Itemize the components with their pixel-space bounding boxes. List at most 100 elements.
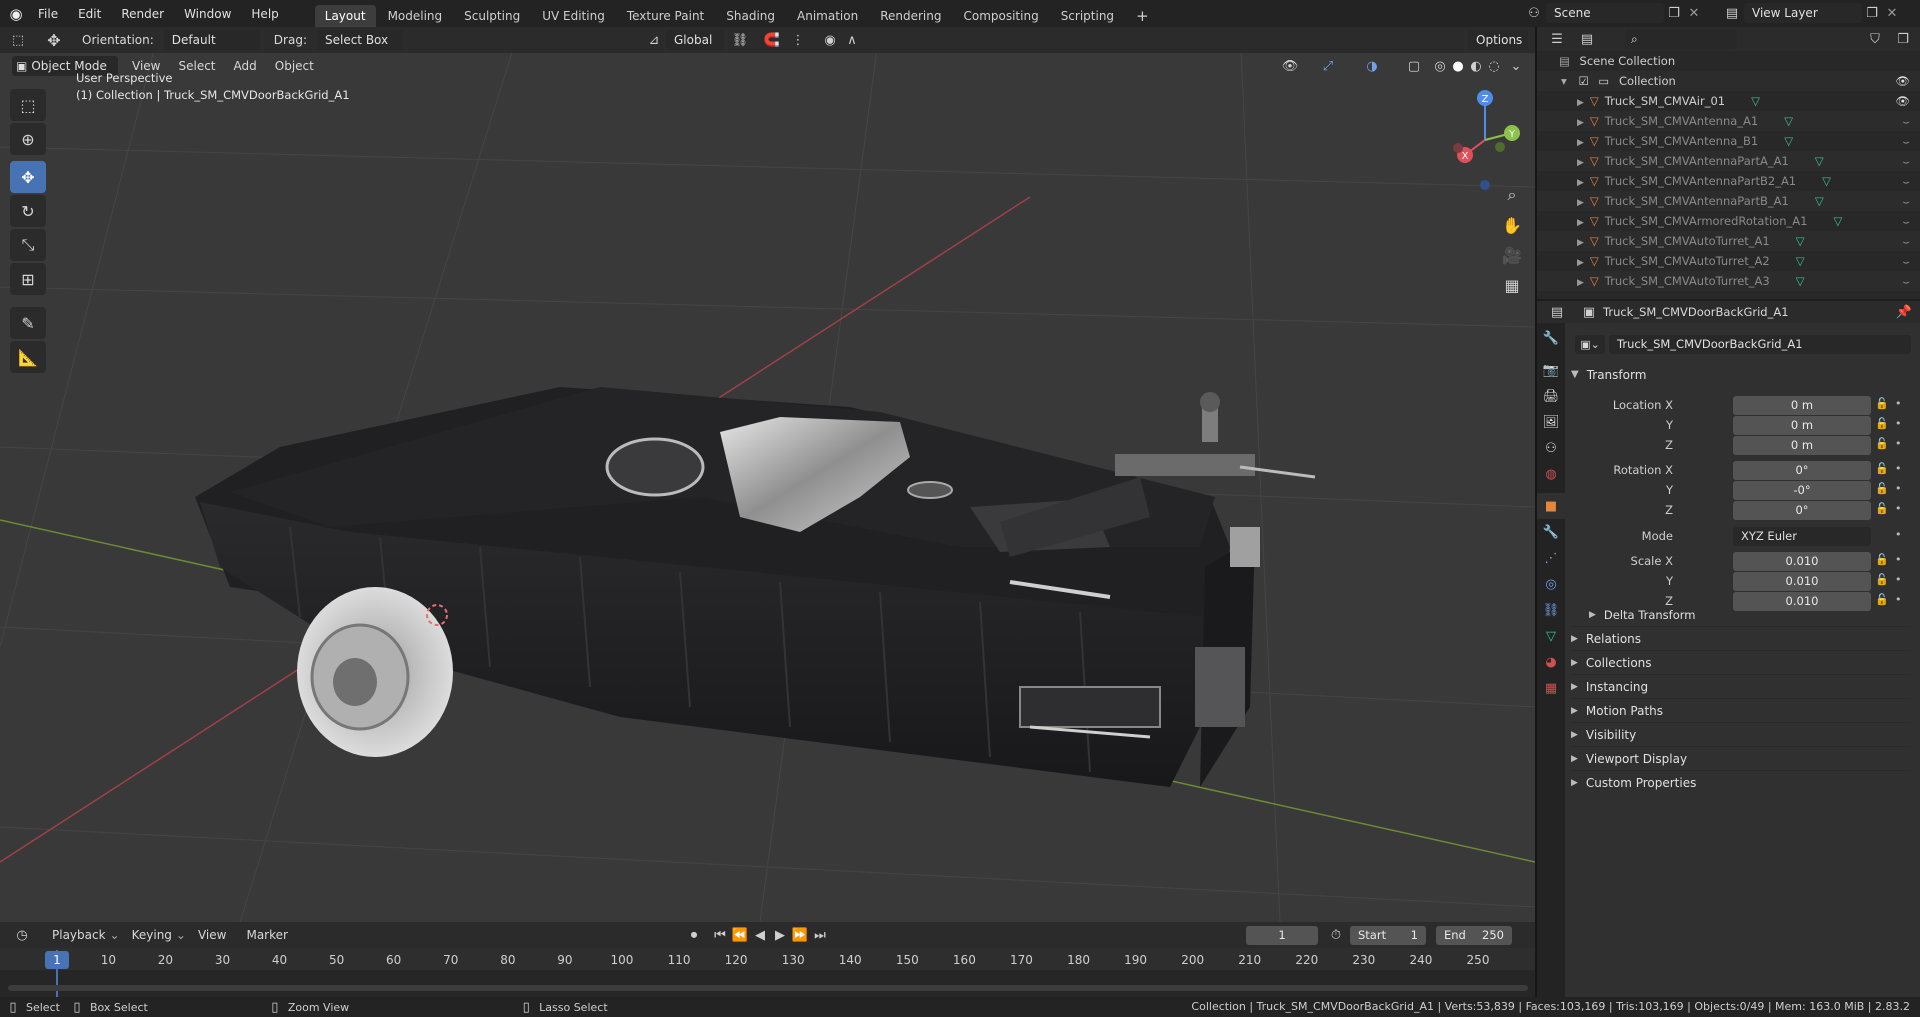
keyframe-dot-icon[interactable]: • <box>1895 482 1902 495</box>
object-data-tab-icon[interactable]: ▽ <box>1537 623 1565 649</box>
current-frame-field[interactable]: 1 <box>1246 926 1318 945</box>
row-expand-icon[interactable]: ▶ <box>1577 138 1584 148</box>
add-workspace-button[interactable]: + <box>1126 5 1159 27</box>
lock-icon[interactable]: 🔓 <box>1875 553 1889 566</box>
row-expand-icon[interactable]: ▶ <box>1577 198 1584 208</box>
row-expand-icon[interactable]: ▶ <box>1577 218 1584 228</box>
zoom-icon[interactable]: ⌕ <box>1498 181 1526 209</box>
new-view-layer-icon[interactable]: ❐ <box>1862 3 1882 23</box>
prev-keyframe-icon[interactable]: ⏪ <box>730 925 750 945</box>
new-scene-icon[interactable]: ❐ <box>1664 3 1684 23</box>
scene-tab-icon[interactable]: ⚇ <box>1537 435 1565 461</box>
tab-scripting[interactable]: Scripting <box>1051 5 1124 27</box>
blender-logo-icon[interactable]: ◉ <box>6 4 26 24</box>
keyframe-dot-icon[interactable]: • <box>1895 462 1902 475</box>
hidden-eye-icon[interactable]: ⌣ <box>1902 131 1910 151</box>
delete-scene-icon[interactable]: ✕ <box>1684 3 1704 23</box>
outliner-object-row[interactable]: ▶ ▽ Truck_SM_CMVAntenna_A1 ▽ ⌣ <box>1537 111 1920 131</box>
material-shading-icon[interactable]: ◐ <box>1466 56 1486 76</box>
output-tab-icon[interactable]: 🖨 <box>1537 383 1565 409</box>
outliner-object-row[interactable]: ▶ ▽ Truck_SM_CMVAntennaPartB2_A1 ▽ ⌣ <box>1537 171 1920 191</box>
keyframe-dot-icon[interactable]: • <box>1895 573 1902 586</box>
outliner-object-row[interactable]: ▶ ▽ Truck_SM_CMVAutoTurret_A3 ▽ ⌣ <box>1537 271 1920 291</box>
scene-collection-row[interactable]: ▤ Scene Collection <box>1537 51 1920 71</box>
cursor-tool[interactable]: ⊕ <box>10 123 46 155</box>
hidden-eye-icon[interactable]: ⌣ <box>1902 211 1910 231</box>
editor-type-icon[interactable]: ⬚ <box>8 30 28 50</box>
mesh-data-icon[interactable]: ▽ <box>1796 254 1805 268</box>
rotate-tool[interactable]: ↻ <box>10 195 46 227</box>
record-icon[interactable]: ⏺ <box>684 925 704 945</box>
panel-header-visibility[interactable]: ▶ Visibility <box>1571 722 1911 746</box>
pan-hand-icon[interactable]: ✋ <box>1498 211 1526 239</box>
3d-viewport[interactable]: ⬚ ✥ Orientation: Default Drag: Select Bo… <box>0 27 1535 922</box>
rotation-x-field[interactable]: 0° <box>1733 461 1871 480</box>
shading-options-icon[interactable]: ⌄ <box>1506 56 1526 76</box>
tab-layout[interactable]: Layout <box>314 5 376 27</box>
menu-help[interactable]: Help <box>251 7 278 21</box>
outliner-object-row[interactable]: ▶ ▽ Truck_SM_CMVArmoredRotation_A1 ▽ ⌣ <box>1537 211 1920 231</box>
scale-tool[interactable]: ⤡ <box>10 229 46 261</box>
keyframe-dot-icon[interactable]: • <box>1895 553 1902 566</box>
snap-icon[interactable]: 🧲 <box>762 30 782 50</box>
menu-window[interactable]: Window <box>184 7 231 21</box>
menu-add[interactable]: Add <box>234 59 257 73</box>
collection-checkbox[interactable]: ☑ <box>1578 74 1588 88</box>
material-tab-icon[interactable]: ◕ <box>1537 649 1565 675</box>
display-mode-icon[interactable]: ▤ <box>1577 29 1597 49</box>
tab-modeling[interactable]: Modeling <box>378 5 453 27</box>
outliner-object-row[interactable]: ▶ ▽ Truck_SM_CMVAutoTurret_A1 ▽ ⌣ <box>1537 231 1920 251</box>
lock-icon[interactable]: 🔓 <box>1875 502 1889 515</box>
hidden-eye-icon[interactable]: ⌣ <box>1902 151 1910 171</box>
jump-start-icon[interactable]: ⏮ <box>710 925 730 945</box>
outliner-object-row[interactable]: ▶ ▽ Truck_SM_CMVAir_01 ▽ 👁 <box>1537 91 1920 111</box>
lock-icon[interactable]: 🔓 <box>1875 397 1889 410</box>
proportional-edit-icon[interactable]: ◉ <box>820 30 840 50</box>
panel-header-instancing[interactable]: ▶ Instancing <box>1571 674 1911 698</box>
hidden-eye-icon[interactable]: ⌣ <box>1902 251 1910 271</box>
timeline-scrollbar[interactable] <box>8 985 1528 991</box>
outliner-object-row[interactable]: ▶ ▽ Truck_SM_CMVAutoTurret_A2 ▽ ⌣ <box>1537 251 1920 271</box>
lock-icon[interactable]: 🔓 <box>1875 462 1889 475</box>
menu-render[interactable]: Render <box>121 7 164 21</box>
pin-icon[interactable]: 📌 <box>1894 302 1914 322</box>
overlay-toggle-icon[interactable]: ◑ <box>1362 56 1382 76</box>
gizmo-neg-y[interactable] <box>1495 142 1505 152</box>
menu-keying[interactable]: Keying <box>132 928 172 942</box>
row-expand-icon[interactable]: ▶ <box>1577 178 1584 188</box>
jump-end-icon[interactable]: ⏭ <box>810 925 830 945</box>
panel-header-motion-paths[interactable]: ▶ Motion Paths <box>1571 698 1911 722</box>
filter-icon[interactable]: ⛉ <box>1865 29 1885 49</box>
constraints-tab-icon[interactable]: ⛓ <box>1537 597 1565 623</box>
menu-file[interactable]: File <box>38 7 58 21</box>
menu-playback[interactable]: Playback <box>52 928 106 942</box>
tab-shading[interactable]: Shading <box>716 5 785 27</box>
rotation-mode-dropdown[interactable]: XYZ Euler <box>1733 527 1871 546</box>
transform-tool[interactable]: ⊞ <box>10 263 46 295</box>
lock-icon[interactable]: 🔓 <box>1875 573 1889 586</box>
measure-tool[interactable]: 📐 <box>10 341 46 373</box>
visibility-icon[interactable]: 👁 <box>1280 56 1300 76</box>
solid-shading-icon[interactable]: ● <box>1448 56 1468 76</box>
preview-range-icon[interactable]: ⏱ <box>1326 925 1346 945</box>
mesh-data-icon[interactable]: ▽ <box>1796 234 1805 248</box>
mesh-data-icon[interactable]: ▽ <box>1751 94 1760 108</box>
row-expand-icon[interactable]: ▶ <box>1577 238 1584 248</box>
lock-icon[interactable]: 🔓 <box>1875 437 1889 450</box>
location-y-field[interactable]: 0 m <box>1733 416 1871 435</box>
gizmo-toggle-icon[interactable]: ⤢ <box>1318 56 1338 76</box>
scale-x-field[interactable]: 0.010 <box>1733 552 1871 571</box>
keyframe-dot-icon[interactable]: • <box>1895 417 1902 430</box>
collection-visibility-icon[interactable]: 👁 <box>1895 71 1910 91</box>
keyframe-dot-icon[interactable]: • <box>1895 437 1902 450</box>
row-expand-icon[interactable]: ▶ <box>1577 258 1584 268</box>
play-icon[interactable]: ▶ <box>770 925 790 945</box>
hidden-eye-icon[interactable]: ⌣ <box>1902 171 1910 191</box>
hidden-eye-icon[interactable]: ⌣ <box>1902 191 1910 211</box>
outliner-object-row[interactable]: ▶ ▽ Truck_SM_CMVAntenna_B1 ▽ ⌣ <box>1537 131 1920 151</box>
panel-header-collections[interactable]: ▶ Collections <box>1571 650 1911 674</box>
row-expand-icon[interactable]: ▶ <box>1577 278 1584 288</box>
timeline-editor-icon[interactable]: ◷ <box>12 925 32 945</box>
mesh-data-icon[interactable]: ▽ <box>1815 154 1824 168</box>
camera-view-icon[interactable]: 🎥 <box>1498 241 1526 269</box>
